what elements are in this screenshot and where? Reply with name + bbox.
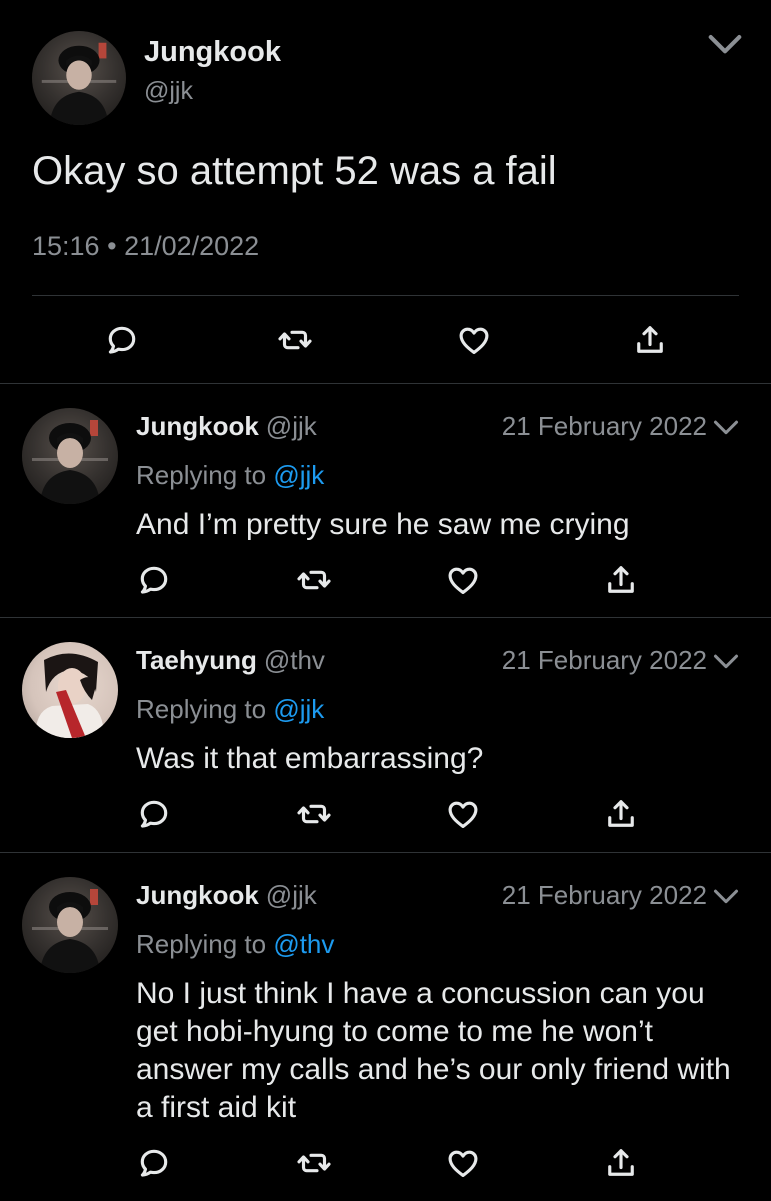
heart-icon[interactable] [445, 562, 481, 598]
author-display-name[interactable]: Jungkook [136, 880, 259, 910]
author-handle[interactable]: @jjk [266, 411, 317, 441]
avatar[interactable] [32, 31, 126, 125]
reply-tweet[interactable]: Jungkook @jjk 21 February 2022 Replying t… [0, 383, 771, 618]
tweet-text: Okay so attempt 52 was a fail [32, 149, 557, 193]
share-icon[interactable] [603, 562, 639, 598]
mention-link[interactable]: @jjk [273, 460, 324, 490]
author-handle[interactable]: @jjk [144, 75, 193, 107]
author-handle[interactable]: @thv [264, 645, 325, 675]
tweet-timestamp: 15:16 • 21/02/2022 [32, 228, 259, 264]
divider [32, 295, 739, 296]
tweet-date: 21 February 2022 [501, 411, 707, 441]
reply-tweet[interactable]: Taehyung @thv 21 February 2022 Replying t… [0, 617, 771, 852]
replying-to: Replying to @thv [136, 926, 334, 962]
replying-to: Replying to @jjk [136, 691, 324, 727]
share-icon[interactable] [632, 322, 668, 358]
avatar[interactable] [22, 877, 118, 973]
author-display-name[interactable]: Taehyung [136, 645, 257, 675]
tweet-time: 15:16 [32, 231, 100, 261]
retweet-icon[interactable] [277, 322, 313, 358]
chevron-down-icon[interactable] [712, 652, 740, 672]
reply-icon[interactable] [136, 562, 172, 598]
heart-icon[interactable] [445, 796, 481, 832]
author-name[interactable]: Taehyung @thv [136, 642, 325, 678]
retweet-icon[interactable] [296, 796, 332, 832]
reply-icon[interactable] [104, 322, 140, 358]
author-name[interactable]: Jungkook [144, 34, 281, 70]
main-tweet: Jungkook @jjk Okay so attempt 52 was a f… [0, 0, 771, 383]
avatar[interactable] [22, 408, 118, 504]
replying-to: Replying to @jjk [136, 457, 324, 493]
replying-label: Replying to [136, 694, 267, 724]
heart-icon[interactable] [445, 1145, 481, 1181]
reply-icon[interactable] [136, 1145, 172, 1181]
chevron-down-icon[interactable] [706, 30, 744, 60]
mention-link[interactable]: @thv [273, 929, 334, 959]
share-icon[interactable] [603, 796, 639, 832]
tweet-text: Was it that embarrassing? [136, 742, 484, 775]
replying-label: Replying to [136, 929, 267, 959]
author-handle[interactable]: @jjk [266, 880, 317, 910]
meta-separator: • [107, 231, 117, 261]
heart-icon[interactable] [456, 322, 492, 358]
replying-label: Replying to [136, 460, 267, 490]
mention-link[interactable]: @jjk [273, 694, 324, 724]
reply-icon[interactable] [136, 796, 172, 832]
author-name[interactable]: Jungkook @jjk [136, 877, 317, 913]
avatar[interactable] [22, 642, 118, 738]
tweet-text: No I just think I have a concussion can … [136, 977, 731, 1124]
chevron-down-icon[interactable] [712, 418, 740, 438]
tweet-date: 21/02/2022 [124, 231, 260, 261]
retweet-icon[interactable] [296, 1145, 332, 1181]
author-name[interactable]: Jungkook @jjk [136, 408, 317, 444]
tweet-date: 21 February 2022 [501, 880, 707, 910]
share-icon[interactable] [603, 1145, 639, 1181]
chevron-down-icon[interactable] [712, 887, 740, 907]
author-display-name[interactable]: Jungkook [136, 411, 259, 441]
retweet-icon[interactable] [296, 562, 332, 598]
tweet-text: And I’m pretty sure he saw me crying [136, 508, 630, 541]
reply-tweet[interactable]: Jungkook @jjk 21 February 2022 Replying t… [0, 852, 771, 1201]
tweet-date: 21 February 2022 [501, 645, 707, 675]
